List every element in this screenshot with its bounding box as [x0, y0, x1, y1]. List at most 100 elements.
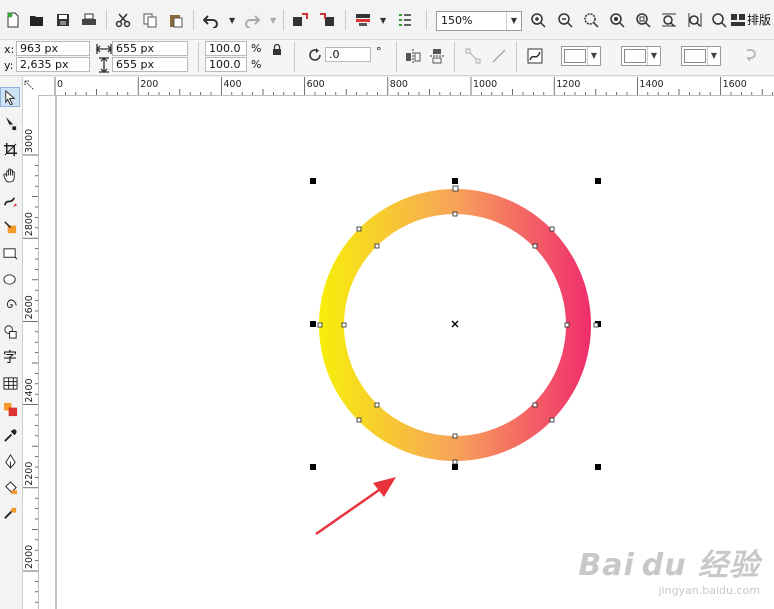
eyedropper-tool[interactable] — [0, 425, 20, 445]
mirror-vertical-icon[interactable] — [428, 47, 446, 65]
rectangle-tool[interactable] — [0, 243, 20, 263]
node-inner-bottom[interactable] — [452, 433, 458, 439]
x-position-field[interactable]: 963 px — [16, 41, 90, 56]
import-icon[interactable] — [291, 11, 309, 29]
drawing-canvas[interactable]: Bai du 经验 jingyan.baidu.com — [39, 96, 774, 609]
undo-dropdown-icon[interactable]: ▼ — [229, 16, 235, 25]
horizontal-ruler[interactable]: 0 200 400 600 800 1000 1200 1400 1600 — [38, 77, 774, 96]
handle-middle-left[interactable] — [310, 321, 316, 327]
interactive-fill-tool[interactable] — [0, 399, 20, 419]
node-inner-top[interactable] — [452, 211, 458, 217]
node-outer-bottom-left[interactable] — [356, 417, 362, 423]
zoom-out-icon[interactable] — [556, 11, 574, 29]
zoom-level-select[interactable]: 150% ▼ — [436, 11, 522, 31]
node-inner-top-left[interactable] — [374, 243, 380, 249]
ellipse-tool[interactable] — [0, 269, 20, 289]
node-outer-left[interactable] — [317, 322, 323, 328]
pan-zoom-icon[interactable] — [710, 11, 728, 29]
zoom-to-all-objects-icon[interactable] — [608, 11, 626, 29]
pick-tool[interactable] — [0, 87, 20, 107]
shape-tool[interactable] — [0, 113, 20, 133]
open-folder-icon[interactable] — [28, 11, 46, 29]
zoom-in-icon[interactable] — [529, 11, 547, 29]
chevron-down-icon[interactable]: ▼ — [647, 47, 660, 65]
undo-icon[interactable] — [202, 11, 220, 29]
layout-label[interactable]: 排版 — [747, 14, 771, 27]
chevron-down-icon[interactable]: ▼ — [587, 47, 600, 65]
handle-top-right[interactable] — [595, 178, 601, 184]
handle-bottom-left[interactable] — [310, 464, 316, 470]
paste-icon[interactable] — [167, 11, 185, 29]
node-outer-top-right[interactable] — [549, 226, 555, 232]
export-icon[interactable] — [318, 11, 336, 29]
node-inner-bottom-right[interactable] — [532, 402, 538, 408]
outline-color-picker[interactable]: ▼ — [621, 46, 661, 66]
copy-icon[interactable] — [141, 11, 159, 29]
node-inner-left[interactable] — [341, 322, 347, 328]
cut-icon[interactable] — [114, 11, 132, 29]
fill-tool[interactable] — [0, 477, 20, 497]
node-outer-bottom[interactable] — [452, 459, 458, 465]
zoom-to-page-width-icon[interactable] — [660, 11, 678, 29]
spiral-tool[interactable] — [0, 295, 20, 315]
convert-to-curves-icon[interactable] — [526, 47, 544, 65]
scale-y-field[interactable]: 100.0 — [205, 57, 247, 72]
mirror-horizontal-icon[interactable] — [404, 47, 422, 65]
pan-tool[interactable] — [0, 165, 20, 185]
outline-width-picker[interactable]: ▼ — [681, 46, 721, 66]
basic-shapes-tool[interactable] — [0, 321, 20, 341]
layout-icon[interactable] — [729, 11, 747, 29]
lock-ratio-icon[interactable] — [268, 41, 286, 59]
zoom-to-selection-icon[interactable] — [582, 11, 600, 29]
chevron-down-icon[interactable]: ▼ — [707, 47, 720, 65]
fill-color-picker[interactable]: ▼ — [561, 46, 601, 66]
scale-x-field[interactable]: 100.0 — [205, 41, 247, 56]
application-launcher-icon[interactable] — [354, 11, 372, 29]
canvas-artwork — [55, 96, 601, 609]
handle-bottom-right[interactable] — [595, 464, 601, 470]
node-outer-top-left[interactable] — [356, 226, 362, 232]
vertical-ruler[interactable]: 3000 2800 2600 2400 2200 2000 — [22, 95, 39, 609]
height-field[interactable]: 655 px — [112, 57, 188, 72]
zoom-to-page-icon[interactable] — [634, 11, 652, 29]
ring-nodes[interactable] — [317, 185, 599, 465]
redo-dropdown-icon[interactable]: ▼ — [270, 16, 276, 25]
new-document-icon[interactable] — [4, 11, 22, 29]
node-inner-top-right[interactable] — [532, 243, 538, 249]
text-tool[interactable]: 字 — [0, 347, 20, 367]
node-outer-bottom-right[interactable] — [549, 417, 555, 423]
redo-icon[interactable] — [243, 11, 261, 29]
node-inner-right[interactable] — [564, 322, 570, 328]
zoom-to-page-height-icon[interactable] — [686, 11, 704, 29]
print-icon[interactable] — [80, 11, 98, 29]
crop-tool[interactable] — [0, 139, 20, 159]
property-bar: x: 963 px y: 2,635 px 655 px 655 px 100.… — [0, 40, 774, 76]
table-tool[interactable] — [0, 373, 20, 393]
break-apart-icon[interactable] — [490, 47, 508, 65]
freehand-tool[interactable] — [0, 191, 20, 211]
launcher-dropdown-icon[interactable]: ▼ — [380, 16, 386, 25]
y-position-field[interactable]: 2,635 px — [16, 57, 90, 72]
options-icon[interactable] — [396, 11, 414, 29]
center-cross-icon[interactable] — [451, 320, 459, 328]
width-field[interactable]: 655 px — [112, 41, 188, 56]
combine-icon[interactable] — [464, 47, 482, 65]
node-outer-top[interactable] — [452, 185, 459, 192]
handle-top-center[interactable] — [452, 178, 458, 184]
ruler-label-vertical: 2200 — [24, 462, 35, 486]
handle-top-left[interactable] — [310, 178, 316, 184]
toolbox: 字 — [0, 77, 23, 609]
ruler-origin[interactable] — [22, 77, 39, 96]
text-wrap-icon[interactable] — [741, 47, 759, 65]
rotation-angle-field[interactable]: .0 — [325, 47, 371, 62]
ruler-label-horizontal: 1200 — [556, 79, 580, 90]
node-inner-bottom-left[interactable] — [374, 402, 380, 408]
chevron-down-icon[interactable]: ▼ — [506, 12, 521, 30]
outline-pen-tool[interactable] — [0, 451, 20, 471]
smart-fill-tool[interactable] — [0, 217, 20, 237]
node-outer-right[interactable] — [593, 322, 599, 328]
save-icon[interactable] — [54, 11, 72, 29]
pointer-arrow-icon — [4, 89, 15, 105]
handle-bottom-center[interactable] — [452, 464, 458, 470]
interactive-blend-tool[interactable] — [0, 503, 20, 523]
